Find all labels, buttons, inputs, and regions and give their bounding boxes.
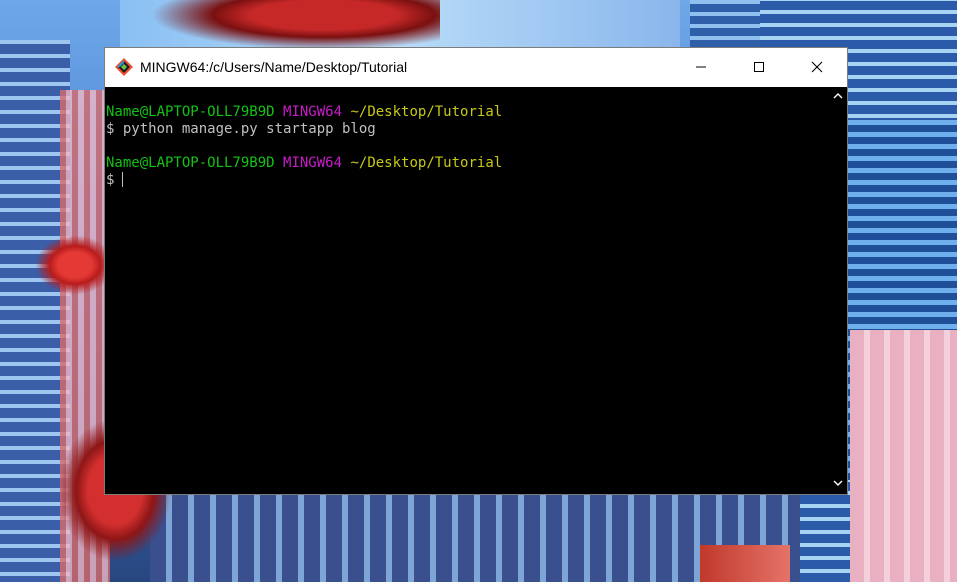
chevron-down-icon <box>833 480 842 486</box>
terminal-window[interactable]: MINGW64:/c/Users/Name/Desktop/Tutorial N… <box>104 47 848 495</box>
wallpaper-character <box>150 0 440 50</box>
minimize-button[interactable] <box>672 48 730 86</box>
close-button[interactable] <box>788 48 846 86</box>
command-text: $ python manage.py startapp blog <box>106 121 376 137</box>
prompt-system: MINGW64 <box>283 104 343 120</box>
prompt-user-host: Name@LAPTOP-OLL79B9D <box>106 155 275 171</box>
close-icon <box>811 61 823 73</box>
prompt-line: Name@LAPTOP-OLL79B9D MINGW64 ~/Desktop/T… <box>106 155 829 172</box>
prompt-path: ~/Desktop/Tutorial <box>350 155 503 171</box>
minimize-icon <box>696 66 706 68</box>
title-bar[interactable]: MINGW64:/c/Users/Name/Desktop/Tutorial <box>105 48 847 87</box>
scroll-up-button[interactable] <box>828 87 847 105</box>
prompt-line: Name@LAPTOP-OLL79B9D MINGW64 ~/Desktop/T… <box>106 104 829 121</box>
chevron-up-icon <box>833 93 842 99</box>
scroll-track[interactable] <box>828 105 847 474</box>
input-line[interactable]: $ <box>106 172 829 189</box>
wallpaper-rooftop <box>700 545 790 582</box>
git-bash-icon[interactable] <box>114 57 134 77</box>
command-line: $ python manage.py startapp blog <box>106 121 829 138</box>
maximize-button[interactable] <box>730 48 788 86</box>
terminal-output[interactable]: Name@LAPTOP-OLL79B9D MINGW64 ~/Desktop/T… <box>105 87 829 494</box>
prompt-user-host: Name@LAPTOP-OLL79B9D <box>106 104 275 120</box>
command-prompt: $ <box>106 172 115 188</box>
window-title: MINGW64:/c/Users/Name/Desktop/Tutorial <box>140 59 408 75</box>
prompt-system: MINGW64 <box>283 155 343 171</box>
wallpaper-building <box>850 330 957 582</box>
text-cursor <box>122 172 124 187</box>
prompt-path: ~/Desktop/Tutorial <box>350 104 503 120</box>
vertical-scrollbar[interactable] <box>828 87 847 494</box>
scroll-down-button[interactable] <box>828 474 847 492</box>
wallpaper-character-hand <box>35 235 115 295</box>
maximize-icon <box>754 62 764 72</box>
